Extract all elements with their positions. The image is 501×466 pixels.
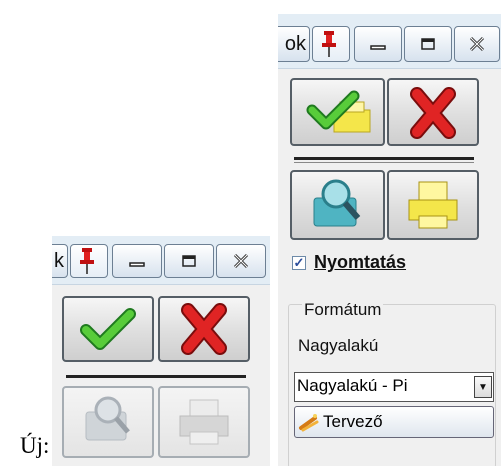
minimize-button[interactable] [112,244,162,278]
ok-button[interactable]: ok [278,26,310,62]
pin-button[interactable] [70,244,108,278]
accept-print-button[interactable] [290,78,385,146]
designer-wand-icon [299,414,319,432]
designer-button[interactable]: Tervező [294,406,494,438]
print-button[interactable] [158,386,250,458]
preview-button[interactable] [290,170,385,240]
cancel-button[interactable] [387,78,479,146]
close-button[interactable] [216,244,266,278]
restore-button[interactable] [404,26,452,62]
green-check-icon [80,308,136,350]
format-select[interactable]: Nagyalakú - Pi [294,372,494,402]
ok-button[interactable]: k [52,244,68,278]
pushpin-icon [322,31,336,57]
print-checkbox-label: Nyomtatás [314,252,407,272]
printer-icon [179,399,229,445]
minimize-button[interactable] [354,26,402,62]
restore-icon [182,255,196,267]
old-toolbar-panel: k [52,236,270,466]
print-preview-icon [85,396,130,441]
check-printer-icon [306,90,371,133]
close-icon [233,253,249,269]
caption-label: Új: [20,433,50,458]
format-dropdown-button[interactable]: ▼ [474,376,492,398]
format-group-title: Formátum [302,300,384,320]
toolbar-separator [294,157,474,160]
red-x-icon [181,303,227,355]
print-button[interactable] [387,170,479,240]
minimize-icon [370,45,386,50]
cancel-button[interactable] [158,296,250,362]
new-toolbar-panel: ok ✓ Nyomtatás Formátum Nagyalakú Nagyal… [278,14,501,466]
minimize-icon [129,262,145,267]
pin-button[interactable] [312,26,350,62]
accept-button[interactable] [62,296,154,362]
ok-label-fragment: ok [284,33,306,55]
toolbar-separator [66,375,246,378]
restore-button[interactable] [164,244,214,278]
restore-icon [421,38,435,50]
pushpin-icon [80,248,94,274]
toolbar-separator-shadow [294,162,474,163]
print-checkbox[interactable]: ✓ [292,256,306,270]
format-select-value: Nagyalakú - Pi [297,376,408,395]
red-x-icon [410,87,456,139]
format-current-value: Nagyalakú [298,336,379,355]
ok-label-fragment: k [54,250,64,272]
print-preview-icon [313,179,361,227]
close-button[interactable] [454,26,500,62]
chevron-down-icon: ▼ [478,381,488,393]
printer-icon [408,181,458,229]
designer-button-label: Tervező [323,412,383,431]
preview-button[interactable] [62,386,154,458]
close-icon [469,36,485,52]
